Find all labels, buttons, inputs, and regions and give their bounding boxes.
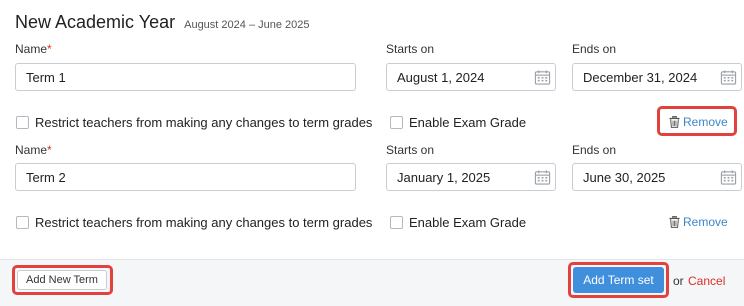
term-name-input[interactable]: Term 2 bbox=[15, 163, 356, 191]
restrict-grades-checkbox-row[interactable]: Restrict teachers from making any change… bbox=[16, 215, 372, 230]
restrict-grades-checkbox-row[interactable]: Restrict teachers from making any change… bbox=[16, 115, 372, 130]
footer-bar: Add New Term Add Term set or Cancel bbox=[0, 259, 744, 306]
ends-on-label: Ends on bbox=[572, 42, 617, 56]
calendar-icon[interactable] bbox=[720, 69, 737, 86]
required-mark: * bbox=[47, 143, 52, 157]
ends-on-date-input[interactable]: June 30, 2025 bbox=[572, 163, 742, 191]
add-term-set-button[interactable]: Add Term set bbox=[573, 267, 664, 293]
cancel-link[interactable]: Cancel bbox=[688, 274, 725, 288]
required-mark: * bbox=[47, 42, 52, 56]
starts-on-date-input[interactable]: August 1, 2024 bbox=[386, 63, 556, 91]
calendar-icon[interactable] bbox=[534, 69, 551, 86]
remove-term-button[interactable]: Remove bbox=[669, 115, 728, 129]
ends-on-date-value: December 31, 2024 bbox=[583, 69, 698, 85]
starts-on-date-value: January 1, 2025 bbox=[397, 169, 491, 185]
exam-grade-checkbox-row[interactable]: Enable Exam Grade bbox=[390, 215, 526, 230]
ends-on-date-value: June 30, 2025 bbox=[583, 169, 666, 185]
restrict-grades-label: Restrict teachers from making any change… bbox=[35, 215, 373, 230]
ends-on-label: Ends on bbox=[572, 143, 617, 157]
restrict-grades-checkbox[interactable] bbox=[16, 216, 29, 229]
page-title-text: New Academic Year bbox=[15, 12, 176, 32]
name-label: Name* bbox=[15, 143, 52, 157]
remove-label: Remove bbox=[683, 115, 728, 129]
exam-grade-label: Enable Exam Grade bbox=[409, 115, 527, 130]
starts-on-date-value: August 1, 2024 bbox=[397, 69, 485, 85]
restrict-grades-label: Restrict teachers from making any change… bbox=[35, 115, 373, 130]
exam-grade-checkbox-row[interactable]: Enable Exam Grade bbox=[390, 115, 526, 130]
trash-icon bbox=[669, 116, 680, 128]
remove-term-button[interactable]: Remove bbox=[669, 215, 728, 229]
restrict-grades-checkbox[interactable] bbox=[16, 116, 29, 129]
page-subtitle: August 2024 – June 2025 bbox=[184, 19, 310, 31]
exam-grade-checkbox[interactable] bbox=[390, 216, 403, 229]
page-title: New Academic Year August 2024 – June 202… bbox=[15, 12, 310, 33]
trash-icon bbox=[669, 216, 680, 228]
term-name-input[interactable]: Term 1 bbox=[15, 63, 356, 91]
exam-grade-label: Enable Exam Grade bbox=[409, 215, 527, 230]
ends-on-date-input[interactable]: December 31, 2024 bbox=[572, 63, 742, 91]
name-label: Name* bbox=[15, 42, 52, 56]
or-text: or bbox=[673, 274, 684, 288]
calendar-icon[interactable] bbox=[534, 169, 551, 186]
starts-on-label: Starts on bbox=[386, 42, 435, 56]
remove-label: Remove bbox=[683, 215, 728, 229]
starts-on-label: Starts on bbox=[386, 143, 435, 157]
starts-on-date-input[interactable]: January 1, 2025 bbox=[386, 163, 556, 191]
exam-grade-checkbox[interactable] bbox=[390, 116, 403, 129]
calendar-icon[interactable] bbox=[720, 169, 737, 186]
add-new-term-button[interactable]: Add New Term bbox=[17, 270, 107, 290]
